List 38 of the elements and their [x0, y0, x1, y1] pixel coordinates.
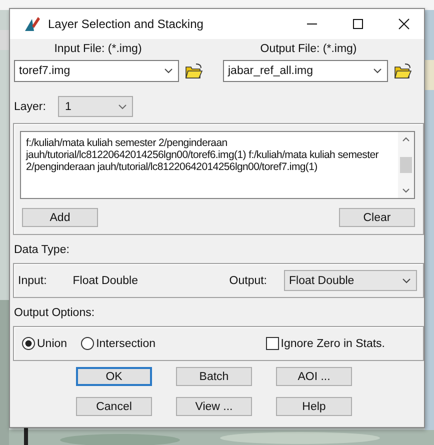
- checkbox-icon[interactable]: [266, 337, 279, 350]
- input-type: Float Double: [72, 274, 138, 286]
- output-type-combo[interactable]: Float Double: [284, 270, 417, 291]
- dialog-button[interactable]: View ...: [176, 397, 252, 416]
- folder-icon[interactable]: [394, 63, 412, 79]
- pen-icon: [24, 16, 40, 32]
- field-label: Layer:: [14, 100, 46, 112]
- section-label: Output Options:: [14, 307, 96, 319]
- radio-icon[interactable]: [81, 337, 94, 350]
- dialog-button[interactable]: AOI ...: [276, 367, 352, 386]
- file-combo[interactable]: toref7.img: [14, 60, 179, 82]
- add-button[interactable]: Add: [22, 208, 98, 227]
- window-title: Layer Selection and Stacking: [48, 17, 204, 31]
- chevron-down-icon[interactable]: [373, 68, 382, 74]
- field-label: Output File: (*.img): [260, 43, 357, 55]
- close-icon[interactable]: [398, 18, 410, 30]
- field-label: Input File: (*.img): [54, 43, 142, 55]
- scrollbar[interactable]: [398, 132, 414, 198]
- folder-icon[interactable]: [185, 63, 203, 79]
- radio-icon[interactable]: [22, 337, 35, 350]
- scroll-up-icon[interactable]: [402, 136, 410, 142]
- radio-option[interactable]: Intersection: [81, 337, 156, 350]
- radio-option[interactable]: Union: [22, 337, 68, 350]
- dialog-button[interactable]: Batch: [176, 367, 252, 386]
- ignore-zero-checkbox[interactable]: Ignore Zero in Stats.: [266, 337, 385, 350]
- scroll-down-icon[interactable]: [402, 188, 410, 194]
- chevron-down-icon[interactable]: [402, 278, 411, 284]
- section-label: Data Type:: [14, 244, 70, 256]
- chevron-down-icon[interactable]: [164, 68, 173, 74]
- clear-button[interactable]: Clear: [339, 208, 415, 227]
- field-label: Input:: [18, 274, 47, 286]
- dialog-button[interactable]: Cancel: [76, 397, 152, 416]
- dialog-button[interactable]: OK: [76, 367, 152, 386]
- scroll-thumb[interactable]: [400, 157, 412, 173]
- file-combo[interactable]: jabar_ref_all.img: [223, 60, 388, 82]
- maximize-icon[interactable]: [352, 18, 364, 30]
- field-label: Output:: [229, 274, 267, 286]
- dialog-button[interactable]: Help: [276, 397, 352, 416]
